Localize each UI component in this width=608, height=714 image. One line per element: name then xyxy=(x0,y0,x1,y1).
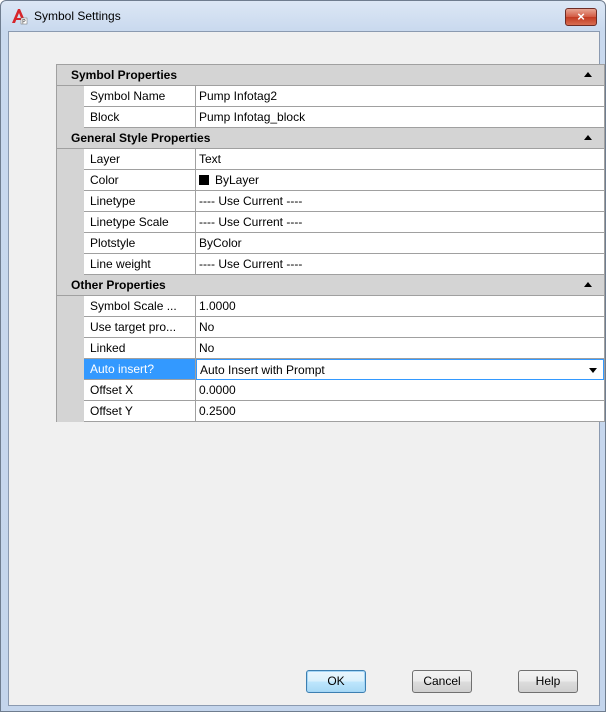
row-gutter xyxy=(57,401,84,422)
property-grid: Symbol Properties Symbol Name Pump Infotag… xyxy=(56,64,605,422)
svg-text:P: P xyxy=(22,19,26,26)
close-button[interactable]: × xyxy=(565,8,597,26)
property-name[interactable]: Plotstyle xyxy=(84,233,196,254)
property-row-offset-y[interactable]: Offset Y 0.2500 xyxy=(57,401,604,422)
property-value[interactable]: No xyxy=(196,317,604,338)
property-row-symbol-name[interactable]: Symbol Name Pump Infotag2 xyxy=(57,86,604,107)
dialog-client-area: Symbol Properties Symbol Name Pump Infotag… xyxy=(8,31,605,706)
property-value[interactable]: Auto Insert with Prompt xyxy=(196,359,604,380)
property-row-linked[interactable]: Linked No xyxy=(57,338,604,359)
property-value-text: No xyxy=(199,320,215,334)
category-other-properties[interactable]: Other Properties xyxy=(57,275,604,296)
property-row-offset-x[interactable]: Offset X 0.0000 xyxy=(57,380,604,401)
property-row-plotstyle[interactable]: Plotstyle ByColor xyxy=(57,233,604,254)
property-value-text: ---- Use Current ---- xyxy=(199,257,303,271)
category-label: Symbol Properties xyxy=(71,68,178,82)
property-name[interactable]: Offset X xyxy=(84,380,196,401)
property-value-text: 1.0000 xyxy=(199,299,236,313)
property-row-color[interactable]: Color ByLayer xyxy=(57,170,604,191)
help-button[interactable]: Help xyxy=(518,670,578,693)
property-value[interactable]: 0.2500 xyxy=(196,401,604,422)
property-name[interactable]: Linetype xyxy=(84,191,196,212)
property-value-text: No xyxy=(199,341,215,355)
property-value-text: Text xyxy=(199,152,222,166)
property-row-line-weight[interactable]: Line weight ---- Use Current ---- xyxy=(57,254,604,275)
category-label: General Style Properties xyxy=(71,131,211,145)
property-row-linetype-scale[interactable]: Linetype Scale ---- Use Current ---- xyxy=(57,212,604,233)
row-gutter xyxy=(57,191,84,212)
property-value-text: Auto Insert with Prompt xyxy=(200,363,325,377)
property-value-text: ByLayer xyxy=(215,173,260,187)
property-value-text: ---- Use Current ---- xyxy=(199,215,303,229)
property-value-text: 0.0000 xyxy=(199,383,236,397)
property-name[interactable]: Offset Y xyxy=(84,401,196,422)
property-value[interactable]: 1.0000 xyxy=(196,296,604,317)
category-general-style-properties[interactable]: General Style Properties xyxy=(57,128,604,149)
property-row-layer[interactable]: Layer Text xyxy=(57,149,604,170)
row-gutter xyxy=(57,254,84,275)
row-gutter xyxy=(57,149,84,170)
collapse-arrow-icon[interactable] xyxy=(584,135,592,140)
property-row-auto-insert[interactable]: Auto insert? Auto Insert with Prompt xyxy=(57,359,604,380)
property-value[interactable]: ---- Use Current ---- xyxy=(196,254,604,275)
row-gutter xyxy=(57,317,84,338)
category-label: Other Properties xyxy=(71,278,166,292)
row-gutter xyxy=(57,233,84,254)
property-value[interactable]: ---- Use Current ---- xyxy=(196,212,604,233)
collapse-arrow-icon[interactable] xyxy=(584,72,592,77)
property-name[interactable]: Line weight xyxy=(84,254,196,275)
property-name[interactable]: Block xyxy=(84,107,196,128)
property-row-use-target-pro[interactable]: Use target pro... No xyxy=(57,317,604,338)
property-name[interactable]: Use target pro... xyxy=(84,317,196,338)
row-gutter xyxy=(57,212,84,233)
property-name[interactable]: Symbol Scale ... xyxy=(84,296,196,317)
autocad-app-icon: P xyxy=(12,9,28,26)
collapse-arrow-icon[interactable] xyxy=(584,282,592,287)
cancel-button[interactable]: Cancel xyxy=(412,670,472,693)
property-value-text: Pump Infotag2 xyxy=(199,89,278,103)
property-value[interactable]: ByLayer xyxy=(196,170,604,191)
symbol-settings-dialog: P Symbol Settings × Symbol Properties Sym… xyxy=(0,0,606,712)
row-gutter xyxy=(57,107,84,128)
close-icon: × xyxy=(577,9,585,24)
property-value[interactable]: Pump Infotag_block xyxy=(196,107,604,128)
property-row-block[interactable]: Block Pump Infotag_block xyxy=(57,107,604,128)
property-name[interactable]: Auto insert? xyxy=(84,359,196,380)
property-name[interactable]: Color xyxy=(84,170,196,191)
row-gutter xyxy=(57,338,84,359)
property-row-symbol-scale[interactable]: Symbol Scale ... 1.0000 xyxy=(57,296,604,317)
ok-button[interactable]: OK xyxy=(306,670,366,693)
property-value[interactable]: Pump Infotag2 xyxy=(196,86,604,107)
property-value-text: 0.2500 xyxy=(199,404,236,418)
property-value-text: Pump Infotag_block xyxy=(199,110,306,124)
property-value[interactable]: Text xyxy=(196,149,604,170)
dropdown-arrow-icon[interactable] xyxy=(589,368,597,373)
property-value[interactable]: No xyxy=(196,338,604,359)
property-value-text: ---- Use Current ---- xyxy=(199,194,303,208)
property-value[interactable]: ByColor xyxy=(196,233,604,254)
property-row-linetype[interactable]: Linetype ---- Use Current ---- xyxy=(57,191,604,212)
row-gutter xyxy=(57,359,84,380)
row-gutter xyxy=(57,380,84,401)
property-value-text: ByColor xyxy=(199,236,242,250)
title-bar[interactable]: P Symbol Settings × xyxy=(1,1,605,31)
color-swatch xyxy=(199,175,209,185)
property-name[interactable]: Linked xyxy=(84,338,196,359)
row-gutter xyxy=(57,296,84,317)
property-name[interactable]: Layer xyxy=(84,149,196,170)
window-title: Symbol Settings xyxy=(34,9,121,23)
property-value[interactable]: 0.0000 xyxy=(196,380,604,401)
property-name[interactable]: Symbol Name xyxy=(84,86,196,107)
category-symbol-properties[interactable]: Symbol Properties xyxy=(57,65,604,86)
property-value[interactable]: ---- Use Current ---- xyxy=(196,191,604,212)
property-name[interactable]: Linetype Scale xyxy=(84,212,196,233)
row-gutter xyxy=(57,170,84,191)
row-gutter xyxy=(57,86,84,107)
